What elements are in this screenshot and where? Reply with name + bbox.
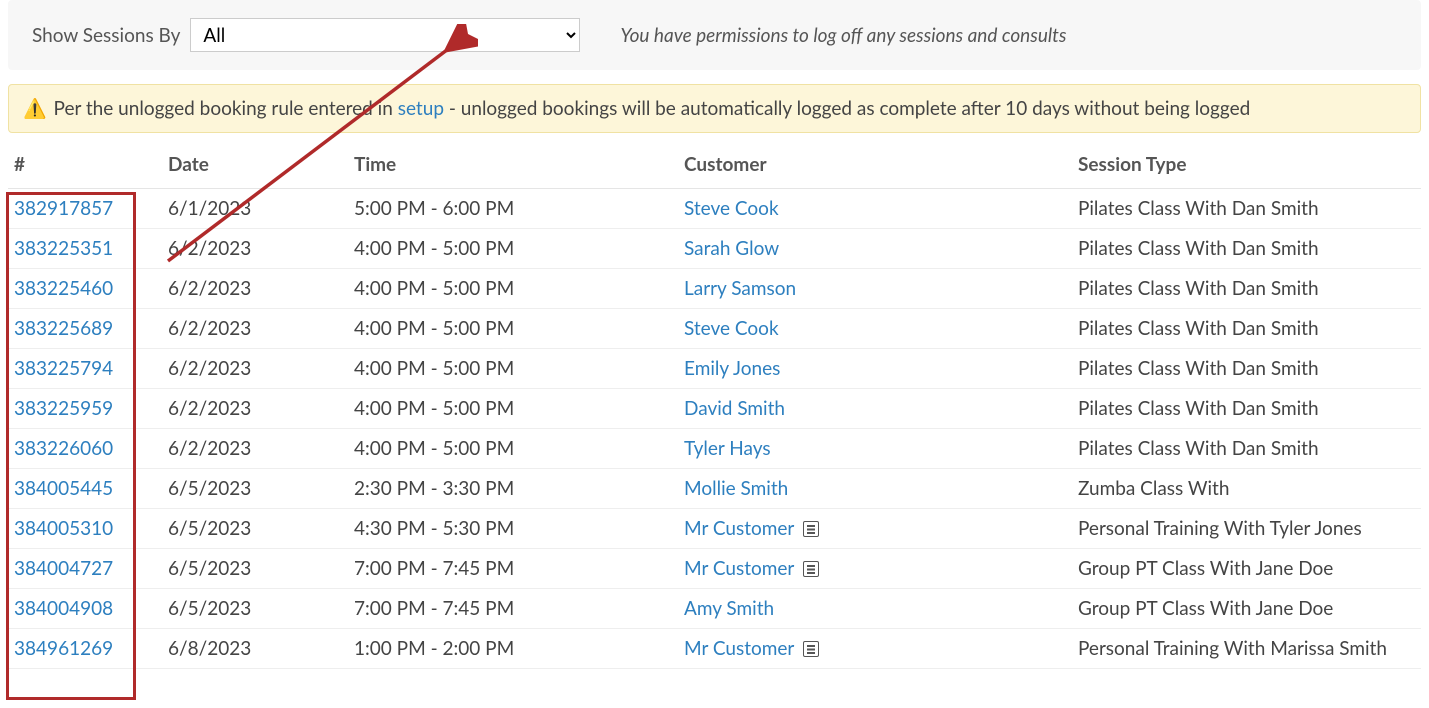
- session-time: 2:30 PM - 3:30 PM: [354, 469, 684, 509]
- session-time: 4:00 PM - 5:00 PM: [354, 309, 684, 349]
- session-date: 6/5/2023: [168, 589, 354, 629]
- session-id-link[interactable]: 383226060: [14, 437, 113, 460]
- filter-label: Show Sessions By: [32, 24, 180, 47]
- content-area: ⚠️ Per the unlogged booking rule entered…: [8, 84, 1421, 669]
- customer-link[interactable]: Tyler Hays: [684, 437, 771, 460]
- table-row: 383225794 6/2/20234:00 PM - 5:00 PMEmily …: [8, 349, 1421, 389]
- alert-text-suffix: - unlogged bookings will be automaticall…: [444, 97, 1250, 120]
- show-sessions-by-select[interactable]: All: [190, 18, 580, 52]
- session-type: Pilates Class With Dan Smith: [1078, 189, 1421, 229]
- setup-link[interactable]: setup: [398, 97, 444, 120]
- session-date: 6/5/2023: [168, 469, 354, 509]
- customer-link[interactable]: Mollie Smith: [684, 477, 788, 500]
- session-time: 7:00 PM - 7:45 PM: [354, 549, 684, 589]
- session-date: 6/2/2023: [168, 389, 354, 429]
- session-type: Personal Training With Tyler Jones: [1078, 509, 1421, 549]
- session-date: 6/2/2023: [168, 349, 354, 389]
- table-row: 384961269 6/8/20231:00 PM - 2:00 PMMr Cus…: [8, 629, 1421, 669]
- table-row: 384004908 6/5/20237:00 PM - 7:45 PMAmy Sm…: [8, 589, 1421, 629]
- customer-link[interactable]: Emily Jones: [684, 357, 780, 380]
- session-id-link[interactable]: 384004727: [14, 557, 113, 580]
- warning-icon: ⚠️: [23, 97, 47, 120]
- unlogged-booking-alert: ⚠️ Per the unlogged booking rule entered…: [8, 84, 1421, 133]
- session-type: Pilates Class With Dan Smith: [1078, 229, 1421, 269]
- session-type: Pilates Class With Dan Smith: [1078, 269, 1421, 309]
- filter-permissions-hint: You have permissions to log off any sess…: [620, 24, 1066, 47]
- customer-link[interactable]: Larry Samson: [684, 277, 796, 300]
- session-date: 6/2/2023: [168, 309, 354, 349]
- table-row: 384005310 6/5/20234:30 PM - 5:30 PMMr Cus…: [8, 509, 1421, 549]
- table-row: 384004727 6/5/20237:00 PM - 7:45 PMMr Cus…: [8, 549, 1421, 589]
- customer-link[interactable]: Mr Customer: [684, 557, 794, 580]
- session-time: 4:00 PM - 5:00 PM: [354, 389, 684, 429]
- table-row: 383225351 6/2/20234:00 PM - 5:00 PMSarah …: [8, 229, 1421, 269]
- session-time: 5:00 PM - 6:00 PM: [354, 189, 684, 229]
- table-row: 383225460 6/2/20234:00 PM - 5:00 PMLarry …: [8, 269, 1421, 309]
- session-id-link[interactable]: 383225959: [14, 397, 113, 420]
- session-type: Group PT Class With Jane Doe: [1078, 589, 1421, 629]
- session-type: Pilates Class With Dan Smith: [1078, 389, 1421, 429]
- customer-link[interactable]: Steve Cook: [684, 197, 779, 220]
- sessions-table: # Date Time Customer Session Type 382917…: [8, 141, 1421, 669]
- session-id-link[interactable]: 384005445: [14, 477, 113, 500]
- col-header-time[interactable]: Time: [354, 141, 684, 189]
- session-id-link[interactable]: 383225460: [14, 277, 113, 300]
- filter-bar: Show Sessions By All You have permission…: [8, 0, 1421, 70]
- session-time: 4:00 PM - 5:00 PM: [354, 269, 684, 309]
- note-icon[interactable]: [803, 561, 819, 577]
- session-date: 6/2/2023: [168, 429, 354, 469]
- customer-link[interactable]: Steve Cook: [684, 317, 779, 340]
- col-header-customer[interactable]: Customer: [684, 141, 1078, 189]
- session-time: 4:30 PM - 5:30 PM: [354, 509, 684, 549]
- table-row: 382917857 6/1/20235:00 PM - 6:00 PMSteve …: [8, 189, 1421, 229]
- alert-text-prefix: Per the unlogged booking rule entered in: [54, 97, 398, 120]
- session-time: 4:00 PM - 5:00 PM: [354, 349, 684, 389]
- session-id-link[interactable]: 383225794: [14, 357, 113, 380]
- col-header-session-type[interactable]: Session Type: [1078, 141, 1421, 189]
- table-row: 383225959 6/2/20234:00 PM - 5:00 PMDavid …: [8, 389, 1421, 429]
- session-time: 4:00 PM - 5:00 PM: [354, 429, 684, 469]
- session-time: 4:00 PM - 5:00 PM: [354, 229, 684, 269]
- table-row: 383225689 6/2/20234:00 PM - 5:00 PMSteve …: [8, 309, 1421, 349]
- session-type: Personal Training With Marissa Smith: [1078, 629, 1421, 669]
- session-id-link[interactable]: 384961269: [14, 637, 113, 660]
- session-type: Pilates Class With Dan Smith: [1078, 349, 1421, 389]
- session-type: Pilates Class With Dan Smith: [1078, 309, 1421, 349]
- session-type: Pilates Class With Dan Smith: [1078, 429, 1421, 469]
- session-date: 6/1/2023: [168, 189, 354, 229]
- note-icon[interactable]: [803, 521, 819, 537]
- col-header-id[interactable]: #: [8, 141, 168, 189]
- session-id-link[interactable]: 383225689: [14, 317, 113, 340]
- session-type: Group PT Class With Jane Doe: [1078, 549, 1421, 589]
- session-id-link[interactable]: 384005310: [14, 517, 113, 540]
- customer-link[interactable]: Mr Customer: [684, 517, 794, 540]
- session-time: 7:00 PM - 7:45 PM: [354, 589, 684, 629]
- table-header-row: # Date Time Customer Session Type: [8, 141, 1421, 189]
- session-date: 6/5/2023: [168, 549, 354, 589]
- session-date: 6/2/2023: [168, 229, 354, 269]
- session-id-link[interactable]: 382917857: [14, 197, 113, 220]
- customer-link[interactable]: Amy Smith: [684, 597, 774, 620]
- note-icon[interactable]: [803, 641, 819, 657]
- table-row: 384005445 6/5/20232:30 PM - 3:30 PMMollie…: [8, 469, 1421, 509]
- table-row: 383226060 6/2/20234:00 PM - 5:00 PMTyler …: [8, 429, 1421, 469]
- session-date: 6/2/2023: [168, 269, 354, 309]
- session-time: 1:00 PM - 2:00 PM: [354, 629, 684, 669]
- session-type: Zumba Class With: [1078, 469, 1421, 509]
- session-date: 6/8/2023: [168, 629, 354, 669]
- col-header-date[interactable]: Date: [168, 141, 354, 189]
- session-id-link[interactable]: 384004908: [14, 597, 113, 620]
- customer-link[interactable]: Sarah Glow: [684, 237, 779, 260]
- customer-link[interactable]: Mr Customer: [684, 637, 794, 660]
- session-id-link[interactable]: 383225351: [14, 237, 113, 260]
- session-date: 6/5/2023: [168, 509, 354, 549]
- customer-link[interactable]: David Smith: [684, 397, 785, 420]
